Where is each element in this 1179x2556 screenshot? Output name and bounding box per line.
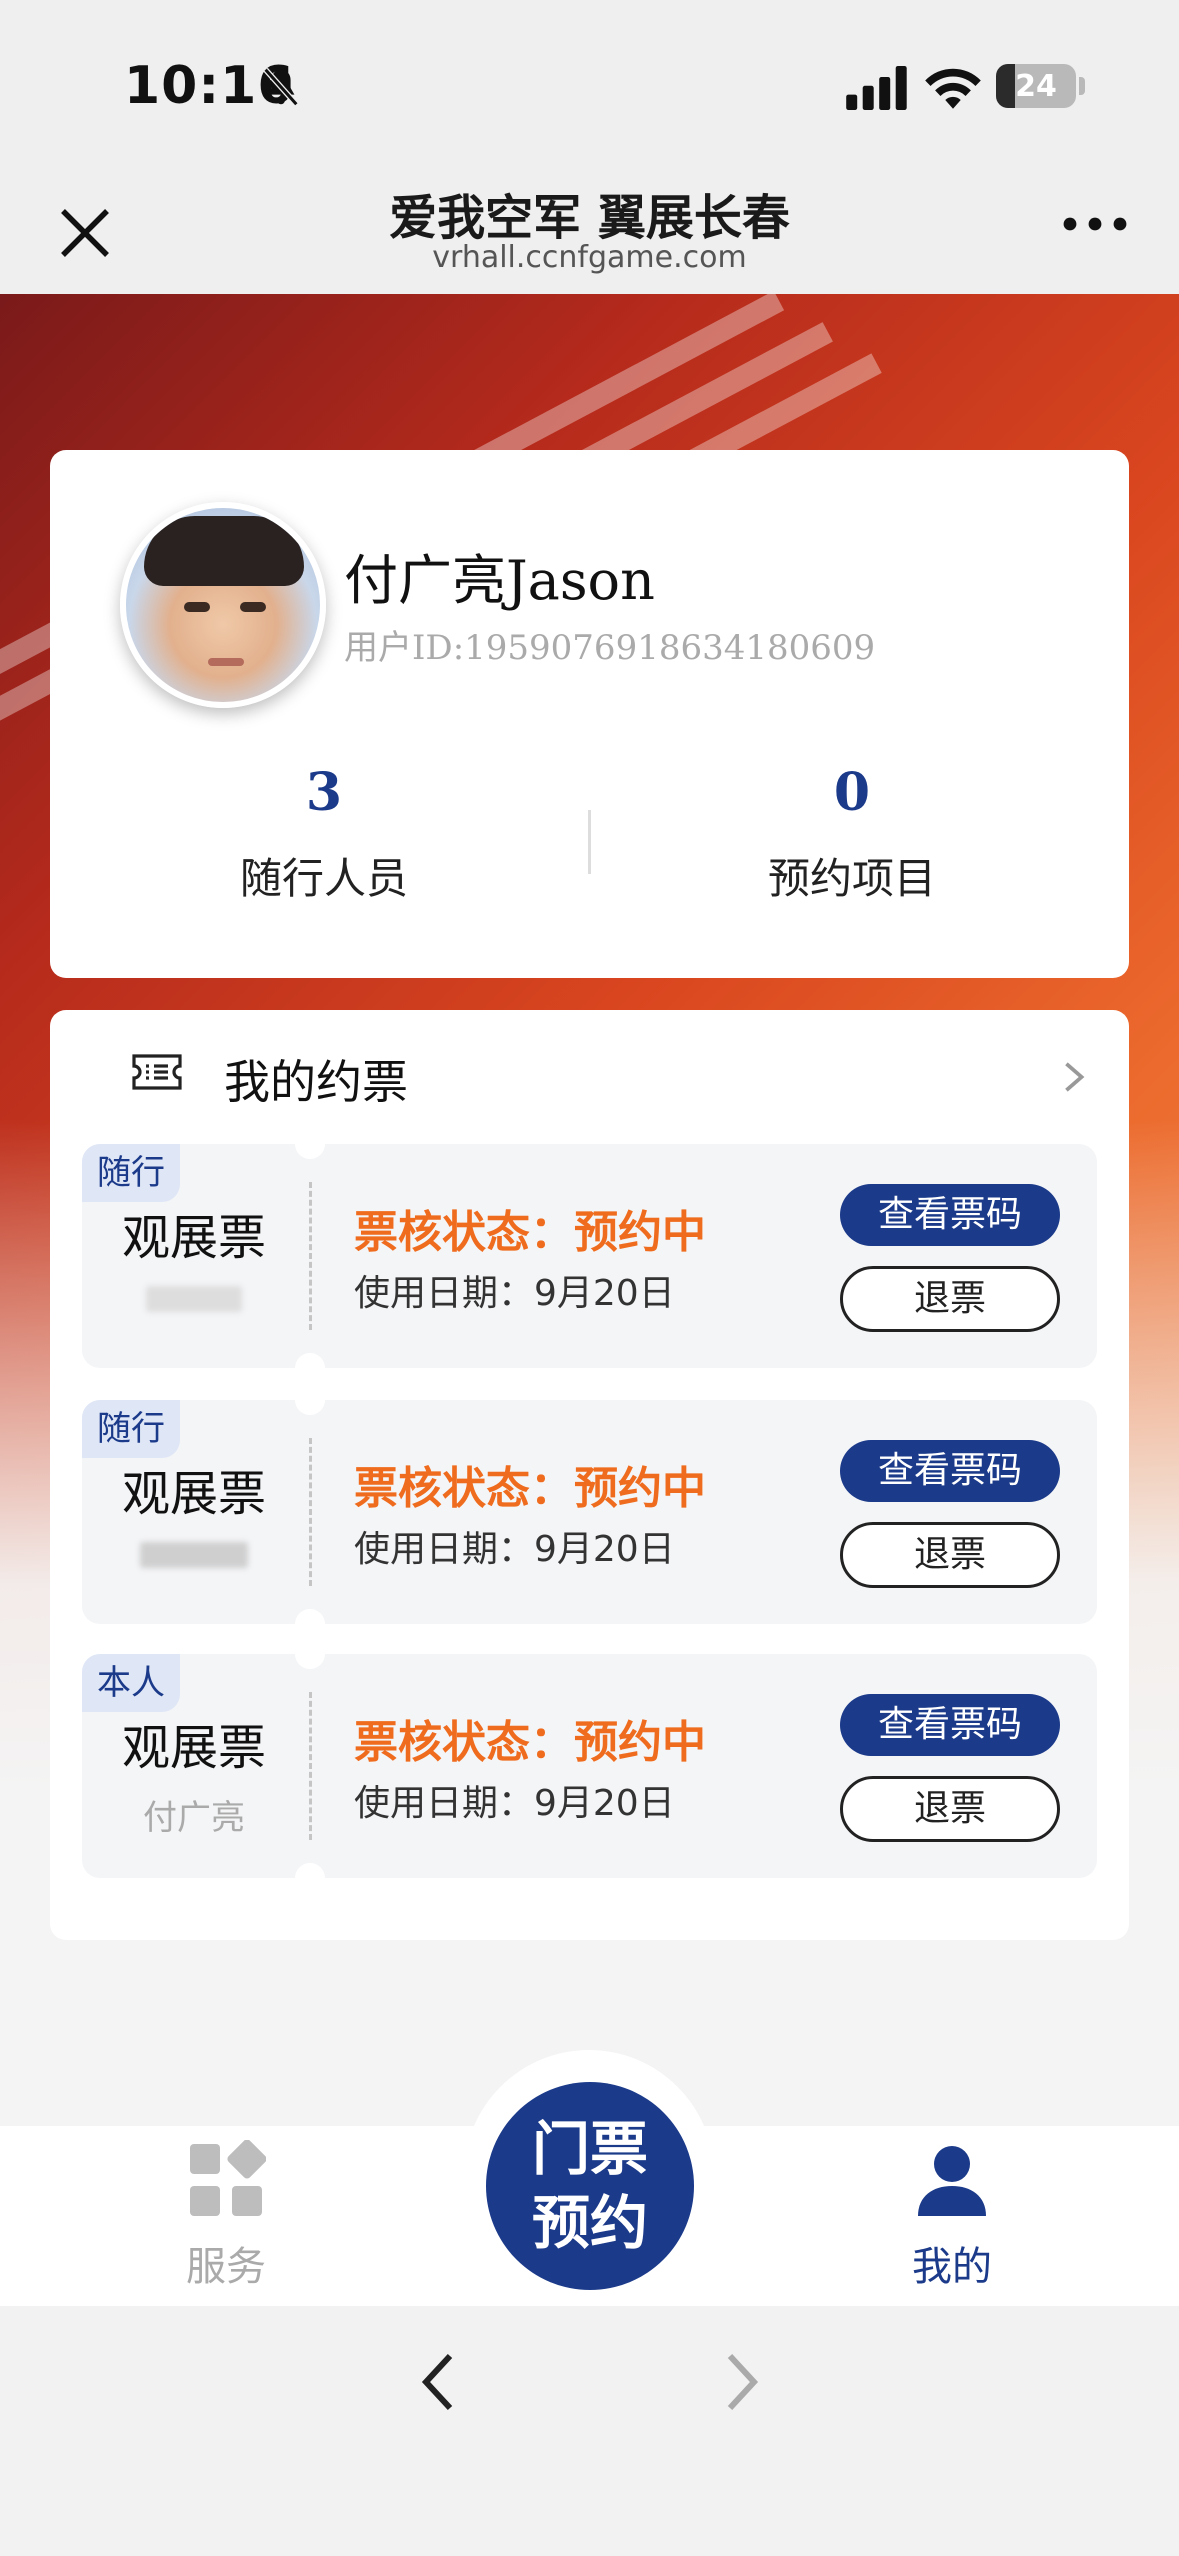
ticket-date: 使用日期：9月20日 — [354, 1783, 675, 1824]
more-icon[interactable] — [1060, 200, 1130, 250]
refund-button[interactable]: 退票 — [840, 1522, 1060, 1588]
view-ticket-code-button[interactable]: 查看票码 — [840, 1694, 1060, 1756]
stat-label: 预约项目 — [767, 854, 936, 903]
ticket-notch — [295, 1639, 325, 1669]
stat-companions[interactable]: 3 随行人员 — [124, 762, 524, 906]
redacted-holder-name — [146, 1286, 242, 1312]
stat-value: 0 — [833, 762, 871, 823]
ticket-type: 观展票 — [121, 1720, 266, 1776]
ticket-status: 票核状态：预约中 — [354, 1717, 706, 1768]
tab-mine-label: 我的 — [912, 2244, 992, 2290]
tab-services-label: 服务 — [186, 2244, 266, 2290]
ticket-date: 使用日期：9月20日 — [354, 1529, 675, 1570]
stat-divider — [588, 810, 591, 874]
signal-icon — [846, 66, 907, 110]
section-title[interactable]: 我的约票 — [224, 1046, 408, 1112]
ticket-tag: 随行 — [82, 1400, 180, 1458]
tab-ticket-reservation[interactable]: 门票 预约 — [486, 2082, 694, 2290]
ticket-date: 使用日期：9月20日 — [354, 1273, 675, 1314]
battery-icon: 24 — [996, 64, 1076, 108]
ticket-tag: 本人 — [82, 1654, 180, 1712]
refund-button[interactable]: 退票 — [840, 1776, 1060, 1842]
wifi-icon — [925, 68, 981, 109]
profile-card: 付广亮Jason 用户ID:1959076918634180609 3 随行人员… — [50, 450, 1129, 978]
refund-button[interactable]: 退票 — [840, 1266, 1060, 1332]
stat-label: 随行人员 — [239, 854, 408, 903]
my-tickets-card: 我的约票 随行 观展票 票核状态：预约中 使用日期：9月20日 查看票码 退票 … — [50, 1010, 1129, 1940]
tab-center-label-line2: 预约 — [531, 2189, 648, 2257]
battery-level: 24 — [1015, 68, 1057, 104]
ticket-notch — [295, 1129, 325, 1159]
tab-services[interactable]: 服务 — [126, 2140, 326, 2292]
back-icon[interactable] — [418, 2350, 458, 2414]
chevron-right-icon[interactable] — [1062, 1060, 1086, 1094]
ticket-item[interactable]: 随行 观展票 票核状态：预约中 使用日期：9月20日 查看票码 退票 — [82, 1129, 1097, 1383]
ticket-status: 票核状态：预约中 — [354, 1207, 706, 1258]
view-ticket-code-button[interactable]: 查看票码 — [840, 1440, 1060, 1502]
ticket-tag: 随行 — [82, 1144, 180, 1202]
stat-reservations[interactable]: 0 预约项目 — [652, 762, 1052, 906]
page-title: 爱我空军 翼展长春 — [389, 190, 790, 246]
view-ticket-code-button[interactable]: 查看票码 — [840, 1184, 1060, 1246]
page-url: vrhall.ccnfgame.com — [432, 240, 747, 275]
user-id: 用户ID:1959076918634180609 — [344, 628, 876, 668]
ticket-divider — [309, 1182, 312, 1330]
stat-value: 3 — [305, 762, 343, 823]
bell-slash-icon — [263, 67, 299, 107]
avatar[interactable] — [120, 502, 326, 708]
ticket-divider — [309, 1438, 312, 1586]
ticket-holder: 付广亮 — [143, 1798, 245, 1838]
ticket-item[interactable]: 本人 观展票 付广亮 票核状态：预约中 使用日期：9月20日 查看票码 退票 — [82, 1639, 1097, 1893]
grid-icon — [190, 2140, 266, 2216]
tab-mine[interactable]: 我的 — [852, 2140, 1052, 2292]
browser-nav-bar — [0, 2306, 1179, 2556]
battery-tip — [1079, 77, 1085, 95]
user-name: 付广亮Jason — [344, 549, 655, 612]
redacted-holder-name — [140, 1542, 248, 1568]
ticket-status: 票核状态：预约中 — [354, 1463, 706, 1514]
ticket-notch — [295, 1385, 325, 1415]
ticket-notch — [295, 1609, 325, 1639]
forward-icon[interactable] — [722, 2350, 762, 2414]
status-bar: 10:16 24 — [0, 0, 1179, 150]
ticket-notch — [295, 1353, 325, 1383]
person-icon — [918, 2146, 986, 2216]
ticket-notch — [295, 1863, 325, 1893]
ticket-type: 观展票 — [121, 1210, 266, 1266]
browser-header: 爱我空军 翼展长春 vrhall.ccnfgame.com — [0, 150, 1179, 294]
ticket-item[interactable]: 随行 观展票 票核状态：预约中 使用日期：9月20日 查看票码 退票 — [82, 1385, 1097, 1639]
ticket-divider — [309, 1692, 312, 1840]
ticket-type: 观展票 — [121, 1466, 266, 1522]
tab-center-label-line1: 门票 — [531, 2115, 648, 2183]
ticket-icon — [132, 1054, 182, 1090]
